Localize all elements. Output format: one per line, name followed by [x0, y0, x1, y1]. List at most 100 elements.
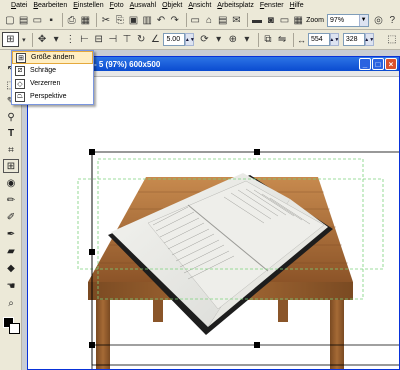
- align-right-icon[interactable]: ⊣: [107, 32, 119, 47]
- move-icon[interactable]: ✥: [36, 32, 48, 47]
- window-icon[interactable]: ▭: [189, 13, 201, 28]
- menu-item-skew[interactable]: ⧄ Schräge: [12, 64, 93, 77]
- transform-mode-button[interactable]: ⊞: [2, 32, 19, 47]
- menu-einstellen[interactable]: Einstellen: [73, 2, 103, 9]
- chevron-down-icon[interactable]: ▾: [21, 32, 28, 47]
- menu-item-label: Verzerren: [30, 80, 61, 87]
- align-left-icon[interactable]: ⊢: [78, 32, 90, 47]
- new-file-icon[interactable]: ▢: [4, 13, 16, 28]
- paste-icon[interactable]: ▣: [128, 13, 140, 28]
- close-icon[interactable]: ×: [385, 58, 397, 70]
- eyedropper-icon[interactable]: ⌕: [3, 296, 19, 310]
- property-bar: ⊞ ▾ ✥ ▾ ⋮ ⊢ ⊟ ⊣ ⊤ ↻ ∠ 5.00 ▲▼ ⟳ ▾ ⊕ ▾ ⧉ …: [0, 30, 400, 50]
- grid-icon[interactable]: ▦: [292, 13, 304, 28]
- copy-icon[interactable]: ⎘: [114, 13, 126, 28]
- wrap-icon[interactable]: ⊕: [227, 32, 239, 47]
- standard-toolbar: ▢ ▤ ▭ ▪ ⎙ ▦ ✂ ⎘ ▣ ▥ ↶ ↷ ▭ ⌂ ▤ ✉ ▬ ◙ ▭ ▦ …: [0, 11, 400, 30]
- zoom-tool-icon[interactable]: ⚲: [3, 110, 19, 124]
- workspace-icon[interactable]: ▬: [251, 13, 263, 28]
- target-icon[interactable]: ◎: [373, 13, 385, 28]
- brush-icon[interactable]: ✏: [3, 193, 19, 207]
- spin-arrows-icon[interactable]: ▲▼: [329, 33, 339, 46]
- help-icon[interactable]: ?: [386, 13, 398, 28]
- resize-icon: ⊞: [16, 52, 26, 63]
- chevron-down-icon[interactable]: ▾: [241, 32, 253, 47]
- menu-auswahl[interactable]: Auswahl: [130, 2, 156, 9]
- menu-foto[interactable]: Foto: [110, 2, 124, 9]
- menu-fenster[interactable]: Fenster: [260, 2, 284, 9]
- amount-input[interactable]: 5.00: [163, 33, 186, 46]
- transform-handle: [89, 342, 95, 348]
- crop-tool-icon[interactable]: ⌗: [3, 143, 19, 157]
- menu-datei[interactable]: Datei: [11, 2, 27, 9]
- monitor-icon[interactable]: ▭: [279, 13, 291, 28]
- transform-icon[interactable]: ⧉: [262, 32, 274, 47]
- transform-handle: [89, 249, 95, 255]
- width-input[interactable]: 554: [307, 33, 330, 46]
- menu-item-distort[interactable]: ◇ Verzerren: [12, 77, 93, 90]
- menu-item-label: Perspektive: [30, 93, 67, 100]
- menu-bearbeiten[interactable]: Bearbeiten: [33, 2, 67, 9]
- transform-tool-icon[interactable]: ⊞: [3, 159, 19, 173]
- cut-icon[interactable]: ✂: [100, 13, 112, 28]
- organizer-icon[interactable]: ▤: [217, 13, 229, 28]
- eraser-icon[interactable]: ▰: [3, 244, 19, 258]
- spin-arrows-icon[interactable]: ▲▼: [185, 33, 195, 46]
- menu-item-resize[interactable]: ⊞ Größe ändern: [12, 51, 93, 64]
- menu-arbeitsplatz[interactable]: Arbeitsplatz: [217, 2, 254, 9]
- browser-icon[interactable]: ⌂: [203, 13, 215, 28]
- menu-item-perspective[interactable]: ⏢ Perspektive: [12, 90, 93, 103]
- height-value: 328: [345, 36, 358, 43]
- transform-handle: [89, 149, 95, 155]
- crop-icon[interactable]: ⬚: [386, 32, 398, 47]
- separator: [32, 32, 33, 47]
- image-canvas[interactable]: [28, 77, 399, 369]
- red-eye-icon[interactable]: ◉: [3, 176, 19, 190]
- distribute-icon[interactable]: ⋮: [64, 32, 76, 47]
- new-doc-icon[interactable]: ▤: [18, 13, 30, 28]
- effect-tool-icon[interactable]: ✐: [3, 210, 19, 224]
- spin-arrows-icon[interactable]: ▲▼: [364, 33, 374, 46]
- print-icon[interactable]: ⎙: [66, 13, 78, 28]
- zoom-value: 97%: [330, 16, 345, 24]
- menu-objekt[interactable]: Objekt: [162, 2, 182, 9]
- zoom-combo[interactable]: 97% ▼: [327, 13, 369, 27]
- amount-value: 5.00: [166, 36, 181, 43]
- chevron-down-icon[interactable]: ▼: [358, 14, 368, 26]
- separator: [185, 13, 187, 27]
- clipboard-icon[interactable]: ▥: [141, 13, 153, 28]
- perspective-icon: ⏢: [15, 91, 25, 102]
- height-input[interactable]: 328: [342, 33, 365, 46]
- document-title: - 5 (97%) 600x500: [94, 59, 161, 69]
- align-center-icon[interactable]: ⊟: [93, 32, 105, 47]
- angle-icon[interactable]: ∠: [149, 32, 161, 47]
- text-tool-icon[interactable]: T: [3, 126, 19, 140]
- fill-icon[interactable]: ◆: [3, 261, 19, 275]
- scan-icon[interactable]: ▦: [80, 13, 92, 28]
- transform-mode-menu: ⊞ Größe ändern ⧄ Schräge ◇ Verzerren ⏢ P…: [11, 50, 94, 105]
- menu-hilfe[interactable]: Hilfe: [290, 2, 304, 9]
- redo-icon[interactable]: ↷: [169, 13, 181, 28]
- undo-icon[interactable]: ↶: [155, 13, 167, 28]
- background-color-swatch[interactable]: [9, 323, 20, 334]
- flip-icon[interactable]: ⇋: [276, 32, 288, 47]
- chevron-down-icon[interactable]: ▾: [213, 32, 225, 47]
- align-icon[interactable]: ▾: [50, 32, 62, 47]
- align-top-icon[interactable]: ⊤: [121, 32, 133, 47]
- minimize-icon[interactable]: _: [359, 58, 371, 70]
- save-icon[interactable]: ▪: [45, 13, 57, 28]
- table-leg: [96, 300, 110, 369]
- rotate-tool-icon[interactable]: ⟳: [198, 32, 210, 47]
- clone-tool-icon[interactable]: ✒: [3, 227, 19, 241]
- hand-icon[interactable]: ☚: [3, 279, 19, 293]
- transform-handle: [254, 342, 260, 348]
- rotate-icon[interactable]: ↻: [135, 32, 147, 47]
- send-icon[interactable]: ✉: [231, 13, 243, 28]
- skew-icon: ⧄: [15, 65, 25, 76]
- camera-icon[interactable]: ◙: [265, 13, 277, 28]
- open-icon[interactable]: ▭: [32, 13, 44, 28]
- menu-ansicht[interactable]: Ansicht: [188, 2, 211, 9]
- maximize-icon[interactable]: □: [372, 58, 384, 70]
- table-leg: [278, 300, 288, 322]
- separator: [62, 13, 63, 27]
